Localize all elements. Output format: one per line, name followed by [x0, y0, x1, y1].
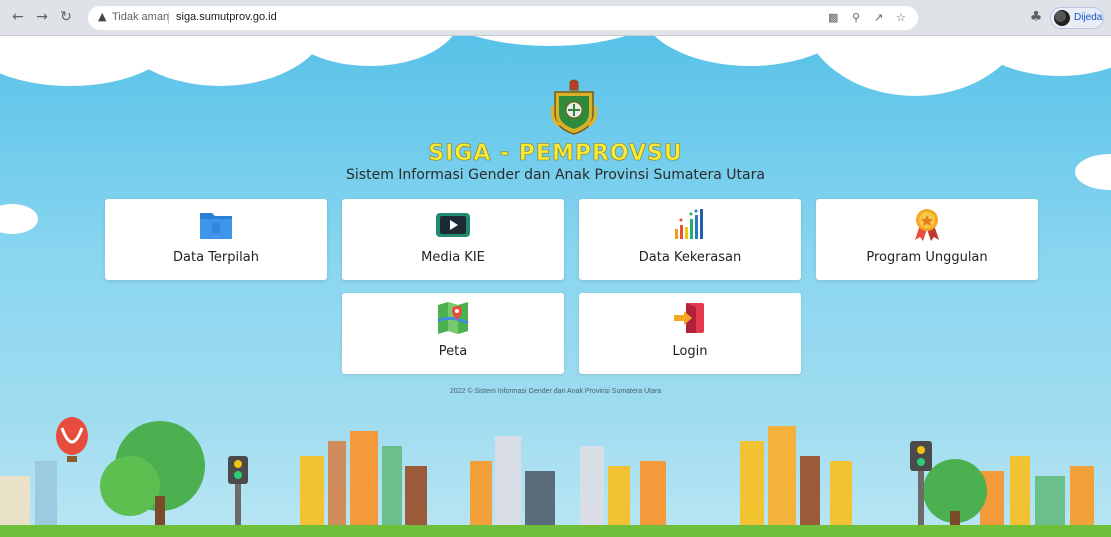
browser-toolbar: ← → ↻ ▲ Tidak aman | siga.sumutprov.go.i… [0, 0, 1111, 36]
site-subtitle: Sistem Informasi Gender dan Anak Provins… [346, 167, 765, 183]
back-arrow-icon[interactable]: ← [10, 9, 26, 25]
translate-icon[interactable]: ▩ [828, 11, 838, 24]
card-label-data-kekerasan: Data Kekerasan [638, 250, 742, 265]
warning-icon[interactable]: ▲ [98, 10, 106, 23]
card-label-login: Login [672, 344, 708, 359]
footer-copyright: 2022 © Sistem Informasi Gender dan Anak … [449, 388, 662, 395]
security-status[interactable]: Tidak aman [112, 11, 169, 23]
card-label-program-unggulan: Program Unggulan [866, 250, 988, 265]
reload-icon[interactable]: ↻ [58, 9, 74, 25]
profile-label: Dijeda [1074, 12, 1103, 23]
city-skyline-illustration [0, 417, 1111, 537]
menu-card-data-terpilah[interactable]: Data Terpilah [105, 199, 327, 280]
site-title: SIGA - PEMPROVSU [428, 141, 683, 167]
zoom-icon[interactable]: ⚲ [852, 11, 860, 24]
address-separator: | [167, 10, 171, 24]
share-icon[interactable]: ↗ [874, 11, 883, 24]
bar-chart-icon [675, 209, 703, 239]
card-label-peta: Peta [438, 344, 468, 359]
map-icon [437, 302, 469, 334]
menu-card-program-unggulan[interactable]: Program Unggulan [816, 199, 1038, 280]
folder-icon [200, 213, 232, 239]
award-medal-icon [915, 209, 939, 241]
video-play-icon [436, 213, 470, 237]
url-text[interactable]: siga.sumutprov.go.id [176, 11, 277, 23]
menu-card-login[interactable]: Login [579, 293, 801, 374]
extensions-puzzle-icon[interactable]: ♣ [1028, 9, 1044, 25]
page-background: SIGA - PEMPROVSU Sistem Informasi Gender… [0, 36, 1111, 537]
bookmark-star-icon[interactable]: ☆ [896, 11, 906, 24]
province-emblem-logo [551, 79, 597, 135]
menu-card-media-kie[interactable]: Media KIE [342, 199, 564, 280]
card-label-media-kie: Media KIE [421, 250, 485, 265]
profile-button[interactable]: Dijeda [1050, 7, 1104, 29]
forward-arrow-icon[interactable]: → [34, 9, 50, 25]
card-label-data-terpilah: Data Terpilah [173, 250, 259, 265]
login-door-icon [674, 303, 704, 333]
avatar [1054, 10, 1070, 26]
address-bar[interactable]: ▲ Tidak aman | siga.sumutprov.go.id ▩ ⚲ … [88, 6, 918, 30]
menu-card-data-kekerasan[interactable]: Data Kekerasan [579, 199, 801, 280]
menu-card-peta[interactable]: Peta [342, 293, 564, 374]
